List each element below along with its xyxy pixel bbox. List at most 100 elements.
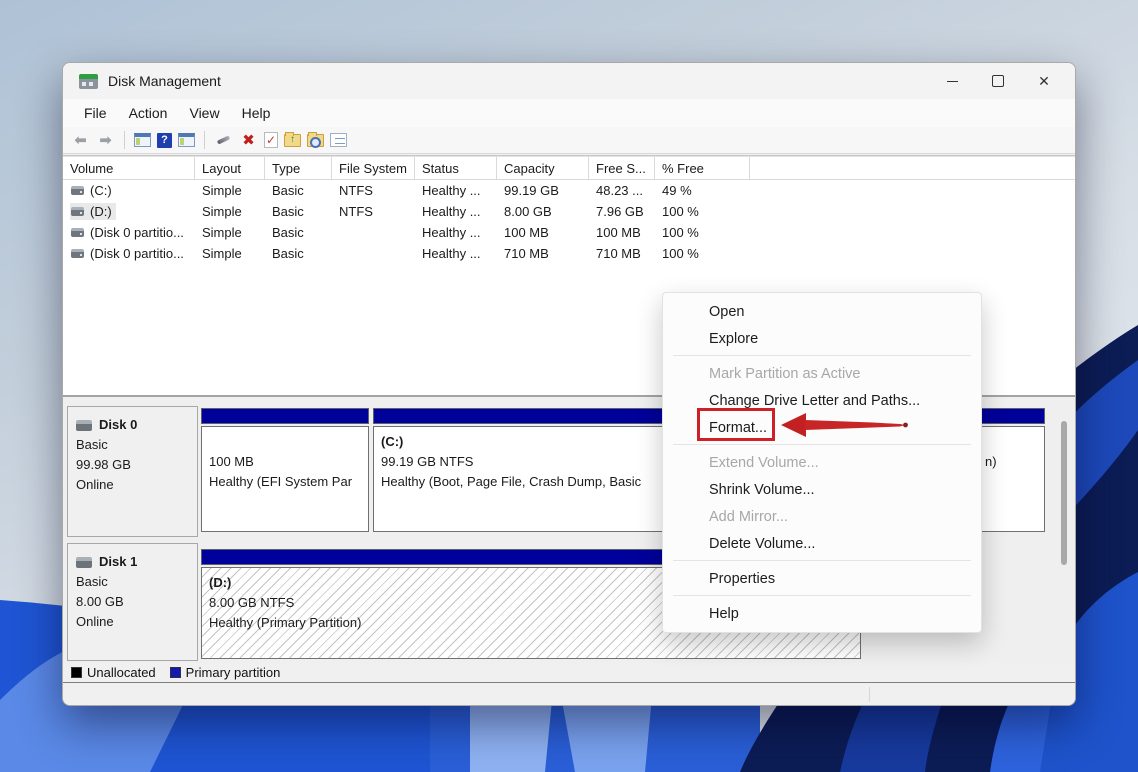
menu-item-properties[interactable]: Properties bbox=[663, 565, 981, 592]
disk1-type: Basic bbox=[76, 572, 197, 592]
pct-cell: 100 % bbox=[655, 243, 750, 264]
legend-item: Unallocated bbox=[71, 665, 156, 680]
menu-item-help[interactable]: Help bbox=[663, 600, 981, 627]
check-document-icon[interactable] bbox=[264, 132, 278, 148]
column-header-volume[interactable]: Volume bbox=[63, 157, 195, 179]
partition-name bbox=[209, 432, 368, 452]
toolbar bbox=[63, 127, 1075, 154]
console-window-alt-icon[interactable] bbox=[178, 133, 195, 147]
context-menu: OpenExploreMark Partition as ActiveChang… bbox=[662, 292, 982, 633]
type-cell: Basic bbox=[265, 222, 332, 243]
column-header-type[interactable]: Type bbox=[265, 157, 332, 179]
free-cell: 7.96 GB bbox=[589, 201, 655, 222]
vertical-scrollbar[interactable] bbox=[1059, 401, 1069, 657]
table-row[interactable]: (Disk 0 partitio...SimpleBasicHealthy ..… bbox=[63, 243, 1075, 264]
volume-label: (Disk 0 partitio... bbox=[90, 225, 184, 240]
maximize-button-icon[interactable] bbox=[975, 63, 1021, 99]
status-cell: Healthy ... bbox=[415, 243, 497, 264]
disk-icon bbox=[76, 557, 92, 568]
title-bar[interactable]: Disk Management bbox=[63, 63, 1075, 99]
volume-icon bbox=[71, 186, 84, 195]
menu-item-delete-volume[interactable]: Delete Volume... bbox=[663, 530, 981, 557]
capacity-cell: 99.19 GB bbox=[497, 180, 589, 201]
disk-management-app-icon bbox=[79, 74, 98, 89]
type-cell: Basic bbox=[265, 180, 332, 201]
menu-item-explore[interactable]: Explore bbox=[663, 325, 981, 352]
type-cell: Basic bbox=[265, 243, 332, 264]
status-cell: Healthy ... bbox=[415, 201, 497, 222]
column-header-free[interactable]: Free S... bbox=[589, 157, 655, 179]
volume-name-wrap: (D:) bbox=[70, 203, 116, 220]
disk1-name: Disk 1 bbox=[99, 552, 137, 572]
free-cell: 48.23 ... bbox=[589, 180, 655, 201]
menu-help[interactable]: Help bbox=[231, 102, 282, 124]
disk0-info-panel[interactable]: Disk 0 Basic 99.98 GB Online bbox=[67, 406, 198, 537]
tools-icon[interactable] bbox=[214, 131, 233, 149]
partition-size: 100 MB bbox=[209, 452, 368, 472]
partition-status: n) bbox=[985, 452, 1044, 472]
delete-icon[interactable] bbox=[239, 131, 258, 149]
window-title: Disk Management bbox=[108, 73, 221, 89]
format-highlight-box bbox=[697, 408, 775, 441]
menu-bar: FileActionViewHelp bbox=[63, 99, 1075, 127]
column-header-fs[interactable]: File System bbox=[332, 157, 415, 179]
menu-separator bbox=[673, 444, 971, 445]
forward-arrow-icon[interactable] bbox=[96, 131, 115, 149]
legend-swatch bbox=[71, 667, 82, 678]
disk0-type: Basic bbox=[76, 435, 197, 455]
partition-status: Healthy (EFI System Par bbox=[209, 472, 368, 492]
properties-icon[interactable] bbox=[330, 133, 347, 147]
menu-view[interactable]: View bbox=[178, 102, 230, 124]
layout-cell: Simple bbox=[195, 222, 265, 243]
fs-cell: NTFS bbox=[332, 180, 415, 201]
capacity-cell: 8.00 GB bbox=[497, 201, 589, 222]
disk0-size: 99.98 GB bbox=[76, 455, 197, 475]
menu-action[interactable]: Action bbox=[118, 102, 179, 124]
disk0-name: Disk 0 bbox=[99, 415, 137, 435]
disk1-info-panel[interactable]: Disk 1 Basic 8.00 GB Online bbox=[67, 543, 198, 661]
disk0-partition-recovery[interactable]: n) bbox=[977, 408, 1045, 532]
folder-up-icon[interactable] bbox=[284, 134, 301, 147]
table-row[interactable]: (D:) SimpleBasicNTFSHealthy ...8.00 GB7.9… bbox=[63, 201, 1075, 222]
menu-separator bbox=[673, 560, 971, 561]
disk1-status: Online bbox=[76, 612, 197, 632]
status-cell: Healthy ... bbox=[415, 180, 497, 201]
disk1-size: 8.00 GB bbox=[76, 592, 197, 612]
free-cell: 100 MB bbox=[589, 222, 655, 243]
minimize-button-icon[interactable] bbox=[929, 63, 975, 99]
legend-label: Primary partition bbox=[186, 665, 281, 680]
partition-color-bar bbox=[977, 408, 1045, 424]
column-header-layout[interactable]: Layout bbox=[195, 157, 265, 179]
table-row[interactable]: (C:)SimpleBasicNTFSHealthy ...99.19 GB48… bbox=[63, 180, 1075, 201]
fs-cell: NTFS bbox=[332, 201, 415, 222]
layout-cell: Simple bbox=[195, 180, 265, 201]
capacity-cell: 100 MB bbox=[497, 222, 589, 243]
column-header-status[interactable]: Status bbox=[415, 157, 497, 179]
back-arrow-icon[interactable] bbox=[71, 131, 90, 149]
help-icon[interactable] bbox=[157, 133, 172, 148]
volume-icon bbox=[71, 228, 84, 237]
column-header-filler bbox=[750, 157, 1075, 179]
column-header-capacity[interactable]: Capacity bbox=[497, 157, 589, 179]
type-cell: Basic bbox=[265, 201, 332, 222]
status-bar bbox=[63, 684, 1075, 705]
table-row[interactable]: (Disk 0 partitio... SimpleBasic Healthy ..… bbox=[63, 222, 1075, 243]
menu-item-extend-volume: Extend Volume... bbox=[663, 449, 981, 476]
layout-cell: Simple bbox=[195, 201, 265, 222]
pct-cell: 49 % bbox=[655, 180, 750, 201]
pct-cell: 100 % bbox=[655, 222, 750, 243]
fs-cell bbox=[332, 222, 415, 243]
menu-item-shrink-volume[interactable]: Shrink Volume... bbox=[663, 476, 981, 503]
console-window-icon[interactable] bbox=[134, 133, 151, 147]
disk0-partition-efi[interactable]: 100 MB Healthy (EFI System Par bbox=[201, 408, 369, 532]
menu-item-open[interactable]: Open bbox=[663, 298, 981, 325]
folder-search-icon[interactable] bbox=[307, 134, 324, 147]
column-header-pct[interactable]: % Free bbox=[655, 157, 750, 179]
close-button-icon[interactable] bbox=[1021, 63, 1067, 99]
menu-file[interactable]: File bbox=[73, 102, 118, 124]
status-cell: Healthy ... bbox=[415, 222, 497, 243]
legend-item: Primary partition bbox=[170, 665, 281, 680]
scrollbar-thumb[interactable] bbox=[1061, 421, 1067, 565]
menu-separator bbox=[673, 355, 971, 356]
toolbar-separator bbox=[204, 131, 205, 149]
